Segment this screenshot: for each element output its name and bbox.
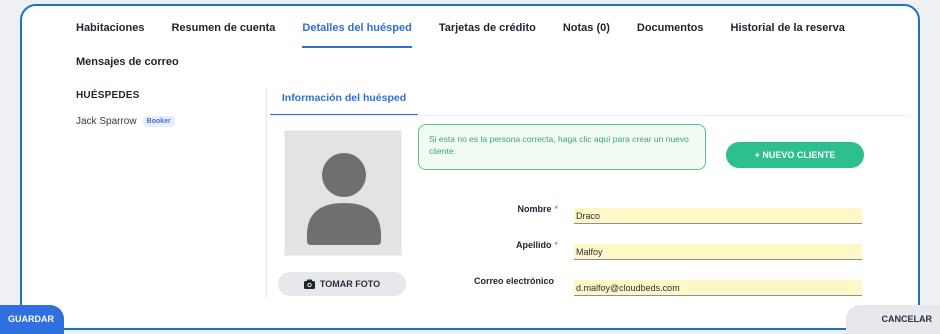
guest-details-card: Habitaciones Resumen de cuenta Detalles …: [20, 4, 920, 330]
tab-resumen-de-cuenta[interactable]: Resumen de cuenta: [171, 22, 275, 48]
required-mark: *: [554, 240, 558, 250]
camera-icon: [303, 279, 315, 289]
tab-historial-de-la-reserva[interactable]: Historial de la reserva: [731, 22, 845, 48]
page-frame: Habitaciones Resumen de cuenta Detalles …: [0, 0, 940, 334]
panel-divider: [266, 88, 267, 298]
tab-mensajes-de-correo[interactable]: Mensajes de correo: [76, 56, 179, 82]
guest-list-item[interactable]: Jack Sparrow Booker: [76, 116, 256, 127]
nombre-label: Nombre *: [517, 204, 558, 214]
tab-notas[interactable]: Notas (0): [563, 22, 610, 48]
new-client-button[interactable]: + NUEVO CLIENTE: [726, 142, 864, 168]
tab-tarjetas-de-credito[interactable]: Tarjetas de crédito: [439, 22, 536, 48]
tab-detalles-del-huesped[interactable]: Detalles del huésped: [302, 22, 412, 48]
booker-badge: Booker: [142, 116, 175, 127]
tab-informacion-del-huesped[interactable]: Información del huésped: [270, 92, 418, 116]
take-photo-label: TOMAR FOTO: [319, 279, 381, 289]
guest-name[interactable]: Jack Sparrow: [76, 116, 137, 127]
take-photo-button[interactable]: TOMAR FOTO: [278, 272, 406, 296]
subtab-divider: [270, 115, 910, 116]
email-field[interactable]: [574, 280, 862, 296]
guests-panel: HUÉSPEDES Jack Sparrow Booker: [76, 90, 256, 127]
guest-photo: [284, 130, 402, 256]
apellido-label: Apellido *: [515, 240, 558, 250]
tab-habitaciones[interactable]: Habitaciones: [76, 22, 144, 48]
required-mark: *: [554, 204, 558, 214]
avatar-placeholder-icon: [307, 153, 381, 245]
email-label: Correo electrónico: [473, 276, 554, 286]
tab-documentos[interactable]: Documentos: [637, 22, 704, 48]
save-button[interactable]: GUARDAR: [0, 305, 64, 334]
cancel-button[interactable]: CANCELAR: [846, 305, 940, 334]
apellido-field[interactable]: [574, 244, 862, 260]
nombre-field[interactable]: [574, 208, 862, 224]
reservation-tabs: Habitaciones Resumen de cuenta Detalles …: [76, 22, 876, 82]
new-client-notice[interactable]: Si esta no es la persona correcta, haga …: [418, 124, 706, 170]
guests-heading: HUÉSPEDES: [76, 90, 140, 101]
